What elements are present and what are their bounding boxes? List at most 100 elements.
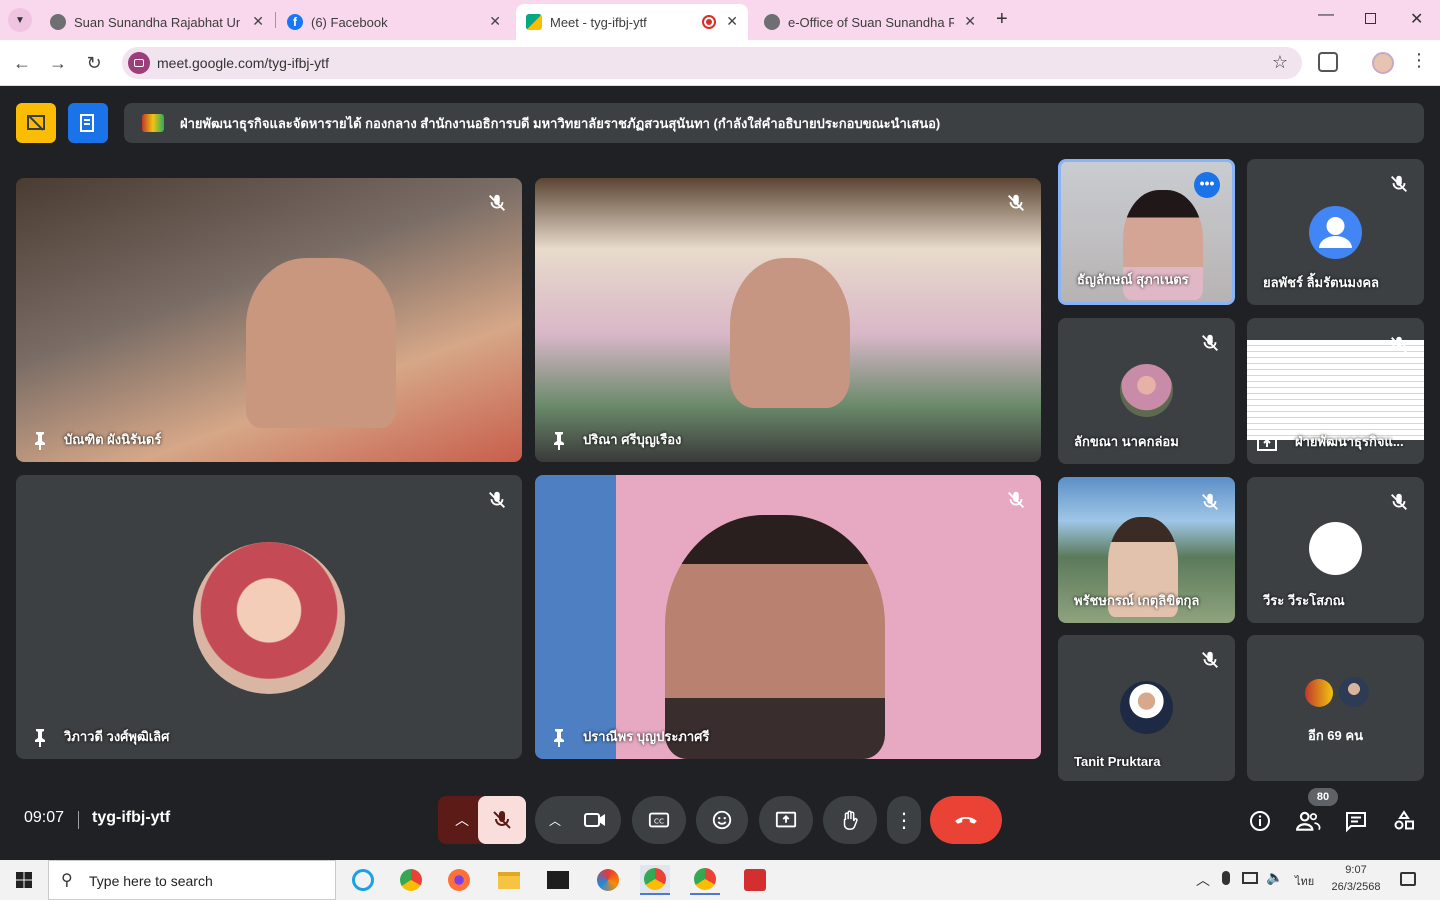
- search-icon: ⚲: [61, 872, 73, 889]
- participant-tile-p3[interactable]: วิภาวดี วงศ์พุฒิเลิศ: [16, 475, 522, 759]
- participant-tile-p1[interactable]: บัณฑิต ผังนิรันดร์: [16, 178, 522, 462]
- pin-icon[interactable]: [549, 727, 569, 747]
- firefox-icon[interactable]: [444, 865, 474, 895]
- close-tab-icon[interactable]: ✕: [489, 13, 501, 30]
- participant-tile-s1[interactable]: ••• ธัญลักษณ์ สุภาเนตร: [1058, 159, 1235, 305]
- windows-start-icon[interactable]: [16, 872, 32, 888]
- restore-button[interactable]: [1365, 13, 1376, 24]
- activities-icon[interactable]: [1388, 805, 1420, 837]
- tab-facebook[interactable]: f (6) Facebook ✕: [277, 4, 511, 40]
- new-tab-button[interactable]: +: [996, 8, 1008, 31]
- participant-tile-s5[interactable]: พรัชษกรณ์ เกตุลิขิตกุล: [1058, 477, 1235, 623]
- tab-list-dropdown[interactable]: ▼: [8, 8, 32, 32]
- leave-call-button[interactable]: [930, 796, 1002, 844]
- participant-video: [730, 258, 850, 408]
- extensions-icon[interactable]: [1318, 52, 1338, 72]
- reactions-button[interactable]: [696, 796, 748, 844]
- show-hidden-icons-icon[interactable]: ︿: [1196, 870, 1210, 890]
- file-explorer-icon[interactable]: [494, 865, 524, 895]
- presentation-notes-icon[interactable]: [68, 103, 108, 143]
- meeting-info-icon[interactable]: [1244, 805, 1276, 837]
- internet-explorer-icon[interactable]: [348, 865, 378, 895]
- meeting-time: 09:07: [24, 809, 65, 826]
- more-options-icon[interactable]: •••: [1194, 172, 1220, 198]
- browser-tab-strip: ▼ Suan Sunandha Rajabhat Unive ✕ f (6) F…: [0, 0, 1440, 40]
- globe-icon: [764, 14, 780, 30]
- close-tab-icon[interactable]: ✕: [726, 13, 738, 30]
- back-arrow-icon[interactable]: ←: [9, 50, 35, 76]
- close-tab-icon[interactable]: ✕: [252, 13, 264, 30]
- browser-menu-icon[interactable]: ⋮: [1410, 50, 1428, 71]
- tab-e-office[interactable]: e-Office of Suan Sunandha Raja ✕: [754, 4, 986, 40]
- camera-icon: [584, 813, 605, 827]
- more-options-button[interactable]: ⋮: [887, 796, 921, 844]
- chat-icon[interactable]: [1340, 805, 1372, 837]
- pin-icon[interactable]: [549, 430, 569, 450]
- app-icon[interactable]: [593, 865, 623, 895]
- participant-tile-s3[interactable]: ลักขณา นาคกล่อม: [1058, 318, 1235, 464]
- tab-suan-sunandha[interactable]: Suan Sunandha Rajabhat Unive ✕: [40, 4, 274, 40]
- presentation-tile-s4[interactable]: ฝ่ายพัฒนาธุรกิจแ...: [1247, 318, 1424, 464]
- camera-control-group[interactable]: ︿: [535, 796, 621, 844]
- tab-meet[interactable]: Meet - tyg-ifbj-ytf ✕: [516, 4, 748, 40]
- chrome-profile-icon[interactable]: [640, 865, 670, 895]
- chrome-icon[interactable]: [396, 865, 426, 895]
- others-tile[interactable]: อีก 69 คน: [1247, 635, 1424, 781]
- forward-arrow-icon[interactable]: →: [45, 50, 71, 76]
- pin-icon[interactable]: [30, 430, 50, 450]
- muted-mic-icon: [1202, 493, 1218, 510]
- clock-date[interactable]: 26/3/2568: [1326, 881, 1386, 893]
- emoji-icon: [712, 810, 732, 830]
- profile-avatar[interactable]: [1372, 52, 1394, 74]
- close-window-button[interactable]: ✕: [1410, 9, 1423, 29]
- people-icon[interactable]: [1292, 805, 1324, 837]
- address-bar[interactable]: meet.google.com/tyg-ifbj-ytf ☆: [122, 47, 1302, 79]
- close-tab-icon[interactable]: ✕: [964, 13, 976, 30]
- captions-button[interactable]: CC: [632, 796, 686, 844]
- recording-icon: [702, 15, 716, 29]
- clock-time[interactable]: 9:07: [1338, 864, 1374, 876]
- participant-video: [246, 258, 396, 428]
- muted-mic-icon: [489, 491, 505, 508]
- participant-tile-p2[interactable]: ปริณา ศรีบุญเรือง: [535, 178, 1041, 462]
- network-icon[interactable]: [1242, 872, 1258, 884]
- terminal-icon[interactable]: [543, 865, 573, 895]
- participant-avatar: [1120, 364, 1173, 417]
- present-screen-icon: [775, 811, 797, 828]
- participant-tile-s7[interactable]: Tanit Pruktara: [1058, 635, 1235, 781]
- participant-tile-s2[interactable]: ยลพัชร์ ลิ้มรัตนมงคล: [1247, 159, 1424, 305]
- default-avatar-icon: [1309, 206, 1362, 259]
- pin-icon[interactable]: [30, 727, 50, 747]
- input-language[interactable]: ไทย: [1295, 872, 1314, 890]
- raise-hand-button[interactable]: [823, 796, 877, 844]
- minimize-button[interactable]: —: [1318, 6, 1334, 24]
- svg-text:CC: CC: [654, 817, 664, 826]
- mic-toggle-button[interactable]: [478, 796, 526, 844]
- adobe-reader-icon[interactable]: [740, 865, 770, 895]
- tab-separator: [275, 12, 276, 28]
- participant-tile-p4[interactable]: ปราณีพร บุญประภาศรี: [535, 475, 1041, 759]
- muted-mic-icon: [1202, 651, 1218, 668]
- muted-mic-icon: [1008, 491, 1024, 508]
- present-now-button[interactable]: [759, 796, 813, 844]
- muted-mic-icon: [489, 194, 505, 211]
- microphone-icon[interactable]: [1222, 871, 1230, 885]
- hang-up-icon: [955, 817, 977, 824]
- participant-avatar: [1309, 522, 1362, 575]
- participant-avatar: [1120, 681, 1173, 734]
- meeting-code: tyg-ifbj-ytf: [92, 809, 171, 826]
- annotation-icon[interactable]: [16, 103, 56, 143]
- video-options-chevron-icon[interactable]: ︿: [549, 812, 561, 829]
- muted-mic-icon: [1391, 175, 1407, 192]
- volume-icon[interactable]: 🔈: [1266, 869, 1283, 886]
- captions-icon: CC: [648, 812, 670, 828]
- reload-icon[interactable]: ↻: [81, 50, 107, 76]
- site-info-icon[interactable]: [128, 52, 150, 74]
- participant-tile-s6[interactable]: วีระ วีระโสภณ: [1247, 477, 1424, 623]
- taskbar-search-box[interactable]: ⚲ Type here to search: [48, 860, 336, 900]
- bookmark-star-icon[interactable]: ☆: [1272, 52, 1288, 73]
- chrome-icon[interactable]: [690, 865, 720, 895]
- notifications-icon[interactable]: [1400, 872, 1416, 886]
- divider: [78, 811, 79, 829]
- participant-video: [665, 515, 885, 759]
